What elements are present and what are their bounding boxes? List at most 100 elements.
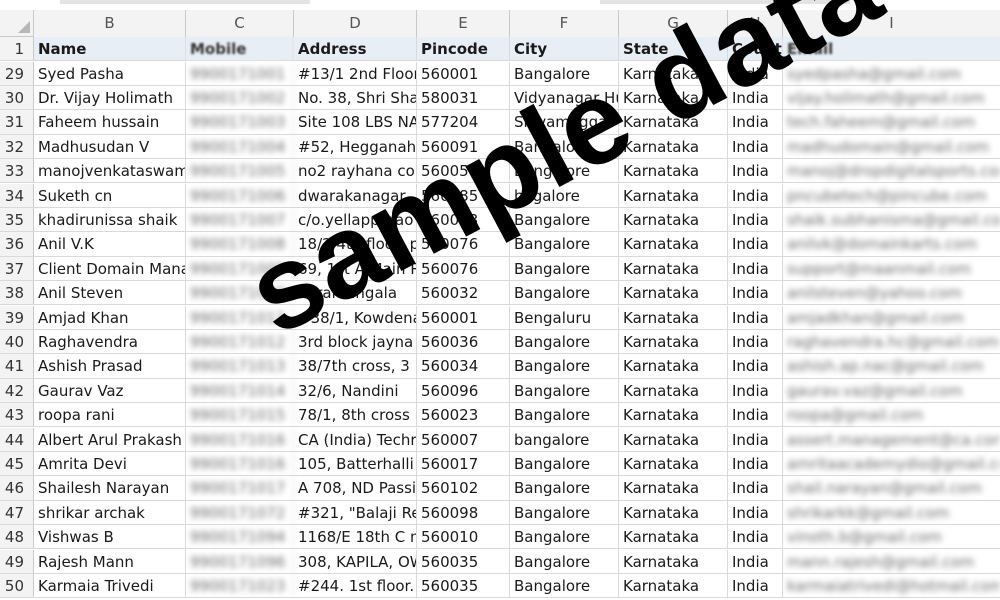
cell-mobile[interactable]: 9900171094 <box>186 525 294 549</box>
cell-state[interactable]: Karnataka <box>619 134 728 159</box>
cell-name[interactable]: Faheem hussain <box>34 110 186 134</box>
row-number[interactable]: 49 <box>0 549 34 573</box>
cell-pincode[interactable]: 560023 <box>417 403 510 427</box>
row-number[interactable]: 47 <box>0 500 34 525</box>
cell-pincode[interactable]: 560076 <box>417 232 510 256</box>
cell-state[interactable]: Karnataka <box>619 354 728 378</box>
cell-mobile[interactable]: 9900171008 <box>186 232 294 256</box>
cell-email[interactable]: vijay.holimath@gmail.com <box>783 86 1000 109</box>
cell-name[interactable]: Suketh cn <box>34 183 186 207</box>
cell-address[interactable]: 18/2 4th floor, p <box>294 232 417 256</box>
cell-state[interactable]: Karnataka <box>619 525 728 549</box>
row-number[interactable]: 36 <box>0 232 34 256</box>
column-header-g[interactable]: G <box>619 10 728 37</box>
cell-country[interactable]: India <box>728 427 783 451</box>
cell-address[interactable]: 38/7th cross, 3 <box>294 354 417 378</box>
cell-city[interactable]: Bangalore <box>510 329 619 354</box>
cell-pincode[interactable]: 560098 <box>417 500 510 525</box>
row-number[interactable]: 35 <box>0 207 34 232</box>
cell-pincode[interactable]: 560043 <box>417 207 510 232</box>
cell-mobile[interactable]: 9900171010 <box>186 281 294 305</box>
cell-mobile[interactable]: 9900171013 <box>186 354 294 378</box>
cell-address[interactable]: no2 rayhana cor <box>294 159 417 183</box>
cell-country[interactable]: India <box>728 183 783 207</box>
cell-mobile[interactable]: 9900171072 <box>186 500 294 525</box>
cell-email[interactable]: gaurav.vaz@gmail.com <box>783 379 1000 402</box>
cell-city[interactable]: Bangalore <box>510 207 619 232</box>
cell-state[interactable]: Karnataka <box>619 403 728 427</box>
cell-name[interactable]: khadirunissa shaik <box>34 207 186 232</box>
cell-name[interactable]: Ashish Prasad <box>34 354 186 378</box>
cell-name[interactable]: Amjad Khan <box>34 305 186 329</box>
cell-email[interactable]: syedpasha@gmail.com <box>783 62 1000 85</box>
cell-country[interactable]: India <box>728 476 783 500</box>
cell-pincode[interactable]: 580031 <box>417 85 510 110</box>
row-number[interactable]: 41 <box>0 354 34 378</box>
cell-city[interactable]: Bangalore <box>510 525 619 549</box>
cell-state[interactable]: Karnataka <box>619 183 728 207</box>
row-number[interactable]: 39 <box>0 305 34 329</box>
cell-state[interactable]: Karnataka <box>619 427 728 451</box>
cell-email[interactable]: shail.narayan@gmail.com <box>783 476 1000 499</box>
cell-country[interactable]: India <box>728 134 783 159</box>
column-header-d[interactable]: D <box>294 10 417 37</box>
cell-state[interactable]: Karnataka <box>619 329 728 354</box>
cell-pincode[interactable]: 560085 <box>417 183 510 207</box>
header-cell-name[interactable]: Name <box>34 37 186 61</box>
cell-state[interactable]: Karnataka <box>619 500 728 525</box>
cell-pincode[interactable]: 560096 <box>417 378 510 403</box>
cell-country[interactable]: India <box>728 500 783 525</box>
row-number[interactable]: 46 <box>0 476 34 500</box>
cell-pincode[interactable]: 560017 <box>417 451 510 476</box>
cell-pincode[interactable]: 560054 <box>417 159 510 183</box>
cell-city[interactable]: Bengaluru <box>510 305 619 329</box>
cell-city[interactable]: Bangalore <box>510 476 619 500</box>
cell-pincode[interactable]: 560036 <box>417 329 510 354</box>
column-header-i[interactable]: I <box>783 10 1000 37</box>
header-cell-email[interactable]: Email <box>783 37 1000 61</box>
cell-email[interactable]: anilvk@domainkarts.com <box>783 232 1000 255</box>
row-number[interactable]: 31 <box>0 110 34 134</box>
cell-address[interactable]: #244. 1st floor. L <box>294 573 417 598</box>
row-number[interactable]: 38 <box>0 281 34 305</box>
cell-state[interactable]: Karnataka <box>619 85 728 110</box>
cell-name[interactable]: Karmaia Trivedi <box>34 573 186 598</box>
cell-city[interactable]: Bangalore <box>510 378 619 403</box>
cell-pincode[interactable]: 577204 <box>417 110 510 134</box>
cell-state[interactable]: Karnataka <box>619 549 728 573</box>
cell-country[interactable]: India <box>728 232 783 256</box>
column-header-e[interactable]: E <box>417 10 510 37</box>
cell-email[interactable]: anilsteven@yahoo.com <box>783 281 1000 304</box>
cell-state[interactable]: Karnataka <box>619 476 728 500</box>
cell-email[interactable]: support@maanmail.com <box>783 257 1000 280</box>
cell-address[interactable]: CA (India) Techr <box>294 427 417 451</box>
cell-pincode[interactable]: 560034 <box>417 354 510 378</box>
cell-address[interactable]: A 708, ND Passio <box>294 476 417 500</box>
header-cell-state[interactable]: State <box>619 37 728 61</box>
cell-city[interactable]: Bangalore <box>510 403 619 427</box>
cell-email[interactable]: ashish.ap.nac@gmail.com <box>783 354 1000 377</box>
cell-country[interactable]: India <box>728 305 783 329</box>
cell-name[interactable]: Client Domain Mana <box>34 256 186 281</box>
cell-email[interactable]: mann.rajesh@gmail.com <box>783 550 1000 573</box>
column-header-f[interactable]: F <box>510 10 619 37</box>
cell-address[interactable]: 105, Batterhalli <box>294 451 417 476</box>
row-number[interactable]: 30 <box>0 85 34 110</box>
cell-email[interactable]: vinoth.b@gmail.com <box>783 525 1000 548</box>
row-number[interactable]: 50 <box>0 573 34 598</box>
cell-address[interactable]: #321, "Balaji Res <box>294 500 417 525</box>
cell-name[interactable]: Shailesh Narayan <box>34 476 186 500</box>
cell-email[interactable]: tech.faheem@gmail.com <box>783 110 1000 133</box>
row-number[interactable]: 40 <box>0 329 34 354</box>
row-number[interactable]: 32 <box>0 134 34 159</box>
cell-country[interactable]: India <box>728 85 783 110</box>
cell-address[interactable]: No. 38, Shri Shar <box>294 85 417 110</box>
cell-mobile[interactable]: 9900171003 <box>186 110 294 134</box>
cell-city[interactable]: Bangalore <box>510 159 619 183</box>
cell-name[interactable]: Albert Arul Prakash <box>34 427 186 451</box>
cell-name[interactable]: Dr. Vijay Holimath <box>34 85 186 110</box>
cell-mobile[interactable]: 9900171016 <box>186 451 294 476</box>
cell-country[interactable]: India <box>728 573 783 598</box>
cell-pincode[interactable]: 560001 <box>417 305 510 329</box>
cell-city[interactable]: Shivamogga <box>510 110 619 134</box>
